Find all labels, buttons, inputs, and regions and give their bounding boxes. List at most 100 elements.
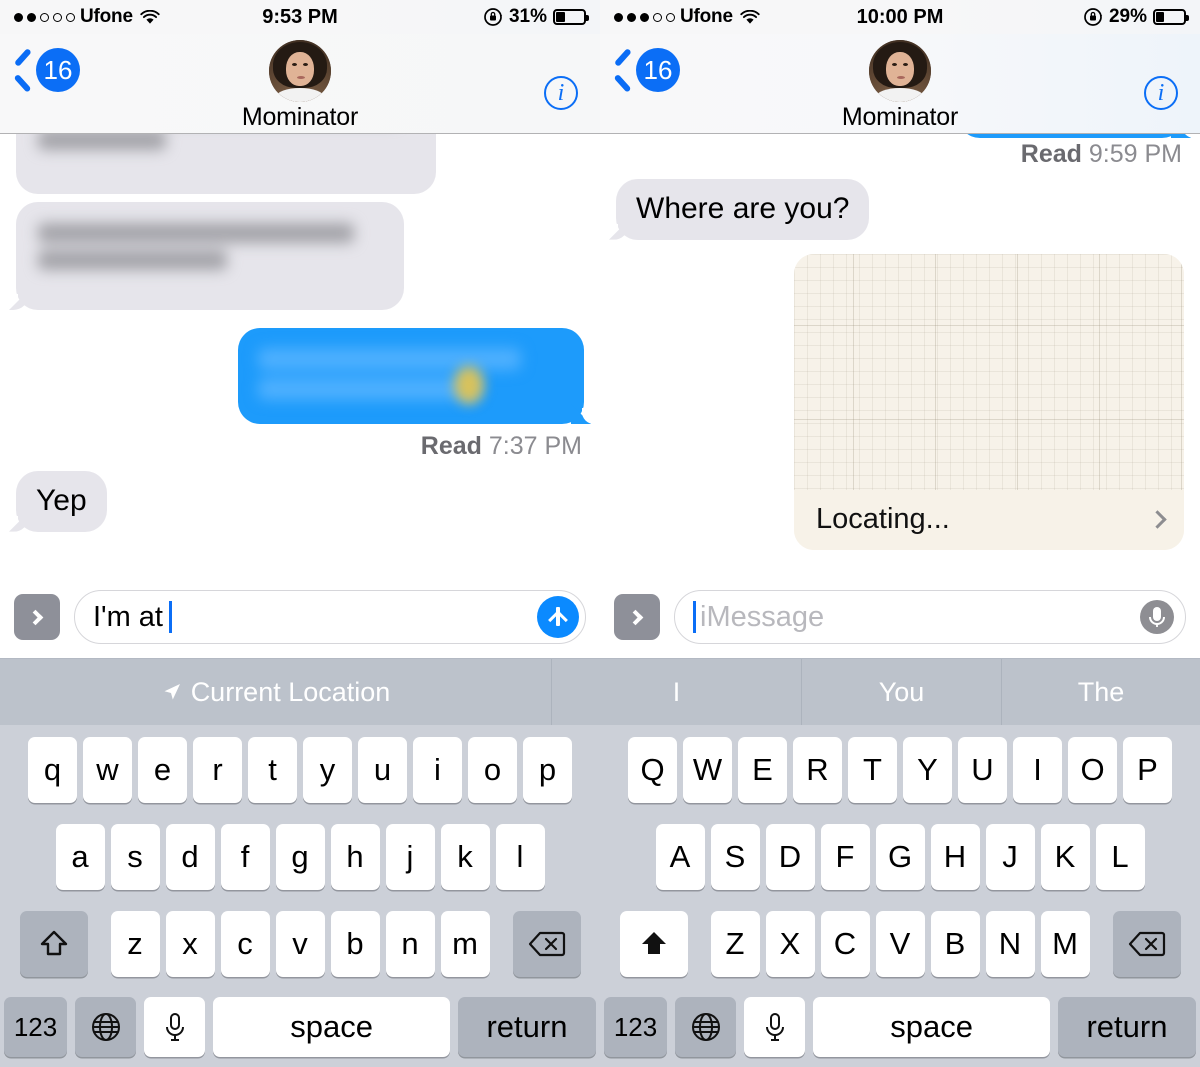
key-u[interactable]: u — [358, 737, 407, 803]
message-row[interactable] — [16, 134, 584, 194]
key-h[interactable]: h — [330, 824, 380, 890]
key-K[interactable]: K — [1040, 824, 1090, 890]
key-f[interactable]: f — [220, 824, 270, 890]
key-E[interactable]: E — [738, 737, 787, 803]
status-left-group: Ufone — [14, 6, 160, 28]
key-Y[interactable]: Y — [903, 737, 952, 803]
info-icon[interactable]: i — [1144, 76, 1178, 110]
key-s[interactable]: s — [110, 824, 160, 890]
key-c[interactable]: c — [220, 911, 270, 977]
key-n[interactable]: n — [385, 911, 435, 977]
input-bar-right: iMessage — [600, 577, 1200, 657]
key-Q[interactable]: Q — [628, 737, 677, 803]
key-r[interactable]: r — [193, 737, 242, 803]
return-key[interactable]: return — [457, 997, 596, 1057]
app-drawer-icon[interactable] — [14, 594, 60, 640]
suggestion-word-3[interactable]: The — [1002, 659, 1200, 725]
key-H[interactable]: H — [930, 824, 980, 890]
message-input[interactable]: I'm at — [74, 590, 586, 644]
map-footer[interactable]: Locating... — [794, 489, 1184, 550]
message-row[interactable]: Where are you? — [605, 179, 1184, 240]
contact-header[interactable]: Mominator — [600, 40, 1200, 132]
key-I[interactable]: I — [1013, 737, 1062, 803]
message-row-map[interactable]: Locating... — [616, 253, 1184, 550]
location-share-bubble[interactable]: Locating... — [794, 253, 1184, 550]
key-w[interactable]: w — [83, 737, 132, 803]
key-B[interactable]: B — [930, 911, 980, 977]
space-key[interactable]: space — [813, 997, 1050, 1057]
app-drawer-icon[interactable] — [614, 594, 660, 640]
key-e[interactable]: e — [138, 737, 187, 803]
key-j[interactable]: j — [385, 824, 435, 890]
key-N[interactable]: N — [985, 911, 1035, 977]
key-d[interactable]: d — [165, 824, 215, 890]
numeric-key[interactable]: 123 — [4, 997, 68, 1057]
key-U[interactable]: U — [958, 737, 1007, 803]
key-l[interactable]: l — [495, 824, 545, 890]
key-W[interactable]: W — [683, 737, 732, 803]
message-bubble[interactable]: Yep — [6, 471, 107, 532]
suggestion-current-location[interactable]: Current Location — [0, 659, 552, 725]
key-m[interactable]: m — [440, 911, 490, 977]
message-bubble-redacted[interactable] — [6, 202, 404, 310]
key-S[interactable]: S — [710, 824, 760, 890]
key-M[interactable]: M — [1040, 911, 1090, 977]
key-k[interactable]: k — [440, 824, 490, 890]
suggestion-word-1[interactable]: I — [552, 659, 802, 725]
key-X[interactable]: X — [765, 911, 815, 977]
conversation-left[interactable]: Read 7:37 PM Yep — [0, 134, 600, 577]
contact-header[interactable]: Mominator — [0, 40, 600, 132]
key-v[interactable]: v — [275, 911, 325, 977]
backspace-icon[interactable] — [512, 911, 581, 977]
microphone-icon[interactable] — [744, 997, 806, 1057]
backspace-icon[interactable] — [1112, 911, 1181, 977]
conversation-right[interactable]: Read 9:59 PM Where are you? Locating... — [600, 134, 1200, 577]
key-O[interactable]: O — [1068, 737, 1117, 803]
key-J[interactable]: J — [985, 824, 1035, 890]
send-arrow-icon[interactable] — [537, 596, 579, 638]
message-input[interactable]: iMessage — [674, 590, 1186, 644]
suggestion-word-2[interactable]: You — [802, 659, 1002, 725]
key-y[interactable]: y — [303, 737, 352, 803]
microphone-icon[interactable] — [1137, 597, 1177, 637]
key-C[interactable]: C — [820, 911, 870, 977]
key-R[interactable]: R — [793, 737, 842, 803]
map-preview[interactable] — [794, 253, 1184, 490]
globe-icon[interactable] — [75, 997, 137, 1057]
message-bubble-redacted-outgoing[interactable] — [238, 328, 594, 424]
globe-icon[interactable] — [675, 997, 737, 1057]
key-g[interactable]: g — [275, 824, 325, 890]
numeric-key[interactable]: 123 — [604, 997, 668, 1057]
shift-filled-icon[interactable] — [619, 911, 688, 977]
info-icon[interactable]: i — [544, 76, 578, 110]
key-i[interactable]: i — [413, 737, 462, 803]
key-V[interactable]: V — [875, 911, 925, 977]
key-D[interactable]: D — [765, 824, 815, 890]
key-L[interactable]: L — [1095, 824, 1145, 890]
message-row[interactable] — [16, 328, 594, 424]
key-p[interactable]: p — [523, 737, 572, 803]
key-a[interactable]: a — [55, 824, 105, 890]
message-bubble-redacted[interactable] — [16, 134, 436, 194]
return-key[interactable]: return — [1057, 997, 1196, 1057]
key-x[interactable]: x — [165, 911, 215, 977]
microphone-icon[interactable] — [144, 997, 206, 1057]
message-row[interactable] — [616, 134, 1194, 138]
key-t[interactable]: t — [248, 737, 297, 803]
key-G[interactable]: G — [875, 824, 925, 890]
key-A[interactable]: A — [655, 824, 705, 890]
shift-outline-icon[interactable] — [19, 911, 88, 977]
key-b[interactable]: b — [330, 911, 380, 977]
message-bubble[interactable]: Where are you? — [605, 179, 870, 240]
key-z[interactable]: z — [110, 911, 160, 977]
key-F[interactable]: F — [820, 824, 870, 890]
message-bubble-clipped[interactable] — [958, 134, 1194, 138]
message-row[interactable]: Yep — [6, 471, 584, 532]
key-P[interactable]: P — [1123, 737, 1172, 803]
key-o[interactable]: o — [468, 737, 517, 803]
key-q[interactable]: q — [28, 737, 77, 803]
message-row[interactable] — [6, 202, 584, 310]
key-Z[interactable]: Z — [710, 911, 760, 977]
space-key[interactable]: space — [213, 997, 450, 1057]
key-T[interactable]: T — [848, 737, 897, 803]
